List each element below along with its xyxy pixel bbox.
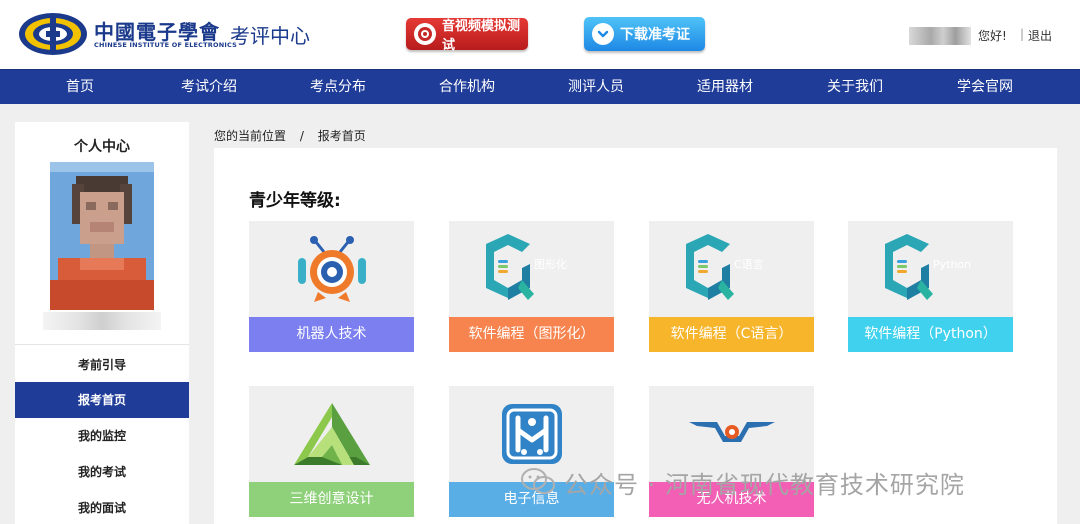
nav-item-official-site[interactable]: 学会官网 xyxy=(930,70,1040,105)
code-logo-overlay: Python xyxy=(933,258,971,271)
nav-item-equipment[interactable]: 适用器材 xyxy=(670,70,780,105)
greeting-text: 您好! xyxy=(978,29,1007,43)
name-redacted xyxy=(43,312,161,330)
record-icon xyxy=(414,23,436,45)
sidebar-item-exam-guide[interactable]: 考前引导 xyxy=(15,347,189,383)
sidebar-item-my-interviews[interactable]: 我的面试 xyxy=(15,490,189,524)
avatar xyxy=(50,162,154,310)
main-nav: 首页 考试介绍 考点分布 合作机构 测评人员 适用器材 关于我们 学会官网 xyxy=(0,69,1080,104)
header: 中國電子學會 CHINESE INSTITUTE OF ELECTRONICS … xyxy=(0,0,1080,69)
logout-link[interactable]: 退出 xyxy=(1028,27,1052,44)
card-programming-c[interactable]: C语言 软件编程（C语言） xyxy=(649,221,814,352)
breadcrumb: 您的当前位置 / 报考首页 xyxy=(214,127,366,144)
card-label: 机器人技术 xyxy=(249,317,414,352)
logo[interactable]: 中國電子學會 CHINESE INSTITUTE OF ELECTRONICS … xyxy=(18,12,318,58)
av-test-button[interactable]: 音视频模拟测试 xyxy=(406,18,528,53)
code-logo-overlay: 图形化 xyxy=(534,257,567,271)
nav-item-test-sites[interactable]: 考点分布 xyxy=(283,70,393,105)
sidebar: 个人中心 考前引导 报考首页 我的监控 我的考试 我的面试 xyxy=(15,122,189,524)
card-label: 软件编程（图形化） xyxy=(449,317,614,352)
card-programming-python[interactable]: Python 软件编程（Python） xyxy=(848,221,1013,352)
logo-english-name: CHINESE INSTITUTE OF ELECTRONICS xyxy=(94,41,237,49)
breadcrumb-current-label: 您的当前位置 xyxy=(214,129,287,143)
download-ticket-label: 下载准考证 xyxy=(620,27,690,43)
cie-emblem-icon xyxy=(19,13,87,55)
av-test-label: 音视频模拟测试 xyxy=(442,19,521,53)
username-redacted xyxy=(909,27,971,45)
sidebar-item-my-monitoring[interactable]: 我的监控 xyxy=(15,418,189,454)
section-title: 青少年等级: xyxy=(249,191,341,211)
nav-item-partners[interactable]: 合作机构 xyxy=(412,70,522,105)
code-logo-icon: C语言 xyxy=(685,234,764,300)
triangle-3d-icon xyxy=(293,403,370,465)
chevron-down-icon xyxy=(592,23,614,45)
nav-item-evaluators[interactable]: 测评人员 xyxy=(541,70,651,105)
card-label: 软件编程（C语言） xyxy=(649,317,814,352)
circuit-icon xyxy=(501,404,562,464)
card-image xyxy=(249,221,414,317)
nav-item-exam-intro[interactable]: 考试介绍 xyxy=(154,70,264,105)
robot-icon xyxy=(297,236,366,302)
logo-subtitle: 考评中心 xyxy=(230,24,310,48)
sidebar-item-my-exams[interactable]: 我的考试 xyxy=(15,454,189,490)
drone-icon xyxy=(688,422,775,442)
nav-item-about-us[interactable]: 关于我们 xyxy=(800,70,910,105)
breadcrumb-separator: / xyxy=(299,129,304,143)
card-image xyxy=(249,386,414,482)
code-logo-icon: 图形化 xyxy=(485,234,567,300)
sidebar-item-registration-home[interactable]: 报考首页 xyxy=(15,382,189,418)
card-image: 图形化 xyxy=(449,221,614,317)
card-robotics[interactable]: 机器人技术 xyxy=(249,221,414,352)
breadcrumb-page[interactable]: 报考首页 xyxy=(318,127,366,144)
card-programming-graphical[interactable]: 图形化 软件编程（图形化） xyxy=(449,221,614,352)
card-3d-design[interactable]: 三维创意设计 xyxy=(249,386,414,517)
download-ticket-button[interactable]: 下载准考证 xyxy=(584,17,705,51)
sidebar-title: 个人中心 xyxy=(74,139,130,155)
code-logo-icon: Python xyxy=(884,234,971,300)
watermark-text: 公众号 · 河南省现代教育技术研究院 xyxy=(564,470,965,499)
code-logo-overlay: C语言 xyxy=(734,258,764,271)
logout-separator: | xyxy=(1020,27,1025,41)
nav-item-home[interactable]: 首页 xyxy=(25,70,135,105)
wechat-icon xyxy=(521,468,555,494)
watermark: 公众号 · 河南省现代教育技术研究院 xyxy=(520,462,965,502)
card-image: C语言 xyxy=(649,221,814,317)
card-label: 三维创意设计 xyxy=(249,482,414,517)
sidebar-divider xyxy=(15,344,189,345)
card-label: 软件编程（Python） xyxy=(848,317,1013,352)
card-image: Python xyxy=(848,221,1013,317)
